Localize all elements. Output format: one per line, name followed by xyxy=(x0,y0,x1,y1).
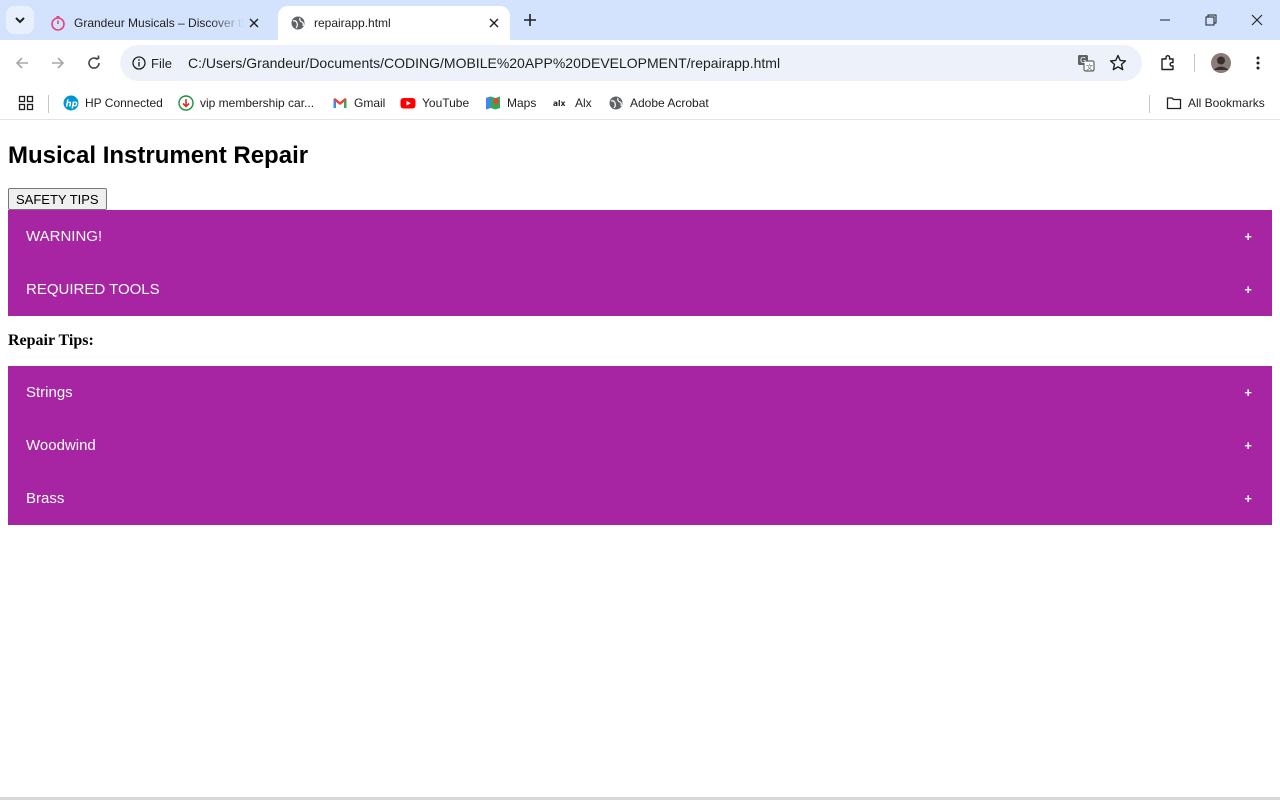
safety-tips-button[interactable]: SAFETY TIPS xyxy=(8,188,107,210)
bookmarks-divider xyxy=(48,95,49,113)
reload-button[interactable] xyxy=(80,49,108,77)
plus-icon: + xyxy=(1244,282,1252,297)
tab-repairapp[interactable]: repairapp.html xyxy=(278,6,510,40)
svg-text:alx: alx xyxy=(553,99,566,108)
accordion-label: Strings xyxy=(26,384,73,401)
bookmark-star-button[interactable] xyxy=(1104,49,1132,77)
tab-search-button[interactable] xyxy=(6,6,34,34)
gmail-icon xyxy=(332,95,348,111)
svg-text:hp: hp xyxy=(66,100,78,110)
info-icon xyxy=(132,56,146,70)
toolbar-divider xyxy=(1194,54,1195,72)
bookmark-alx[interactable]: alx Alx xyxy=(553,91,592,115)
apps-button[interactable] xyxy=(18,91,34,115)
plus-icon xyxy=(524,14,536,26)
page-title: Musical Instrument Repair xyxy=(8,142,309,169)
repair-accordion: Strings + Woodwind + Brass + xyxy=(8,366,1272,525)
chevron-down-icon xyxy=(15,17,25,24)
restore-icon xyxy=(1205,14,1217,26)
translate-button[interactable]: G文 xyxy=(1072,49,1100,77)
all-bookmarks-button[interactable]: All Bookmarks xyxy=(1166,91,1265,115)
download-circle-icon xyxy=(178,95,194,111)
tab-strip: Grandeur Musicals – Discover the repaira… xyxy=(0,0,1280,40)
bookmark-label: YouTube xyxy=(422,96,470,110)
site-info-chip[interactable]: File xyxy=(124,49,182,77)
svg-text:文: 文 xyxy=(1086,63,1093,72)
apps-grid-icon xyxy=(18,95,34,111)
arrow-left-icon xyxy=(15,57,28,69)
close-window-button[interactable] xyxy=(1234,0,1280,40)
bookmark-maps[interactable]: Maps xyxy=(485,91,536,115)
bookmark-youtube[interactable]: YouTube xyxy=(400,91,469,115)
accordion-item-required-tools[interactable]: REQUIRED TOOLS + xyxy=(8,263,1272,316)
accordion-item-warning[interactable]: WARNING! + xyxy=(8,210,1272,263)
bookmark-label: Adobe Acrobat xyxy=(630,96,709,110)
tab-title: Grandeur Musicals – Discover the xyxy=(74,16,244,30)
close-icon xyxy=(1251,14,1263,26)
bookmarks-divider xyxy=(1149,95,1150,113)
hp-icon: hp xyxy=(63,95,79,111)
globe-icon xyxy=(290,15,306,31)
bookmark-label: HP Connected xyxy=(85,96,163,110)
safety-accordion: WARNING! + REQUIRED TOOLS + xyxy=(8,210,1272,316)
minimize-icon xyxy=(1160,19,1170,21)
restore-button[interactable] xyxy=(1188,0,1234,40)
browser-menu-button[interactable] xyxy=(1244,49,1272,77)
all-bookmarks-label: All Bookmarks xyxy=(1188,96,1265,110)
avatar-icon xyxy=(1211,53,1231,73)
page-content: Musical Instrument Repair SAFETY TIPS WA… xyxy=(0,121,1280,798)
minimize-button[interactable] xyxy=(1142,0,1188,40)
repair-tips-heading: Repair Tips: xyxy=(8,332,94,349)
close-icon[interactable] xyxy=(244,13,264,33)
plus-icon: + xyxy=(1244,385,1252,400)
arrow-right-icon xyxy=(52,57,65,69)
accordion-item-strings[interactable]: Strings + xyxy=(8,366,1272,419)
plus-icon: + xyxy=(1244,438,1252,453)
alx-icon: alx xyxy=(553,95,569,111)
accordion-label: WARNING! xyxy=(26,228,103,245)
site-info-label: File xyxy=(151,55,172,71)
puzzle-icon xyxy=(1161,55,1174,71)
accordion-label: Brass xyxy=(26,490,65,507)
profile-avatar[interactable] xyxy=(1207,49,1235,77)
new-tab-button[interactable] xyxy=(518,8,542,32)
bookmark-hp-connected[interactable]: hp HP Connected xyxy=(63,91,163,115)
accordion-item-woodwind[interactable]: Woodwind + xyxy=(8,419,1272,472)
bookmark-label: Maps xyxy=(507,96,537,110)
kebab-menu-icon xyxy=(1256,56,1260,70)
bookmark-gmail[interactable]: Gmail xyxy=(332,91,385,115)
star-icon xyxy=(1109,54,1127,71)
bookmark-label: Gmail xyxy=(354,96,386,110)
plus-icon: + xyxy=(1244,229,1252,244)
tab-grandeur-musicals[interactable]: Grandeur Musicals – Discover the xyxy=(38,6,270,40)
accordion-label: REQUIRED TOOLS xyxy=(26,281,160,298)
maps-icon xyxy=(485,95,501,111)
reload-icon xyxy=(88,55,100,69)
browser-toolbar: File C:/Users/Grandeur/Documents/CODING/… xyxy=(0,40,1280,86)
address-bar[interactable]: File C:/Users/Grandeur/Documents/CODING/… xyxy=(120,45,1142,81)
url-text[interactable]: C:/Users/Grandeur/Documents/CODING/MOBIL… xyxy=(188,55,780,71)
accordion-label: Woodwind xyxy=(26,437,96,454)
bookmark-adobe-acrobat[interactable]: Adobe Acrobat xyxy=(608,91,709,115)
youtube-icon xyxy=(400,95,416,111)
bookmark-label: Alx xyxy=(575,96,592,110)
folder-icon xyxy=(1166,95,1182,111)
globe-icon xyxy=(608,95,624,111)
back-button[interactable] xyxy=(8,49,36,77)
bookmark-vip-membership[interactable]: vip membership car... xyxy=(178,91,314,115)
forward-button[interactable] xyxy=(44,49,72,77)
bookmark-label: vip membership car... xyxy=(200,96,315,110)
close-icon[interactable] xyxy=(484,13,504,33)
stopwatch-icon xyxy=(50,15,66,31)
bookmarks-bar: hp HP Connected vip membership car... Gm… xyxy=(0,86,1280,120)
plus-icon: + xyxy=(1244,491,1252,506)
extensions-button[interactable] xyxy=(1154,49,1182,77)
translate-icon: G文 xyxy=(1078,55,1095,72)
accordion-item-brass[interactable]: Brass + xyxy=(8,472,1272,525)
tab-title: repairapp.html xyxy=(314,16,391,30)
